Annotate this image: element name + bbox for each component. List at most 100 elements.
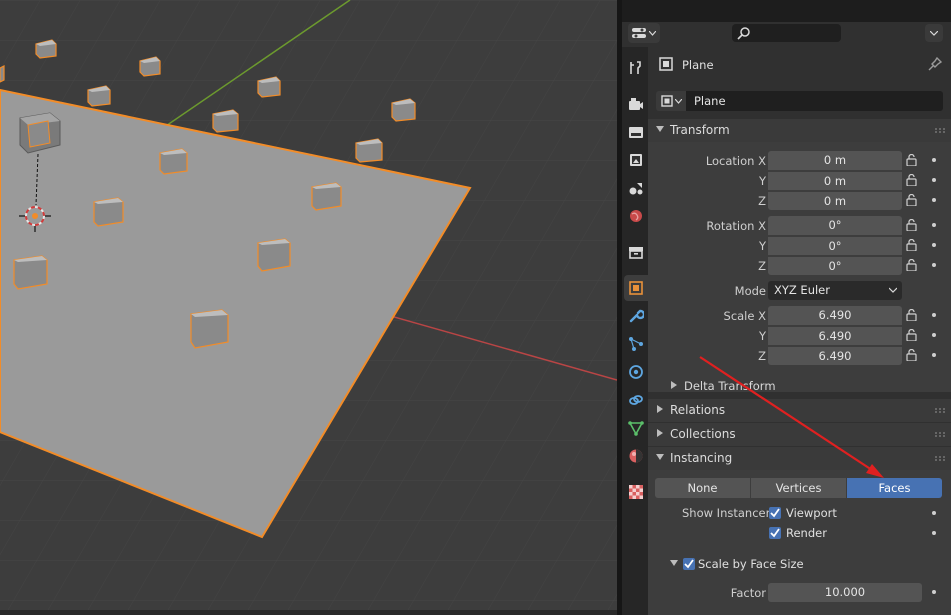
instancing-none-button[interactable]: None [655, 478, 751, 498]
properties-header [622, 22, 951, 45]
drag-grip-icon[interactable] [935, 408, 945, 413]
drag-grip-icon[interactable] [935, 456, 945, 461]
object-icon [629, 281, 643, 295]
tab-scene[interactable] [624, 175, 648, 201]
lock-icon[interactable] [906, 174, 920, 186]
factor-field[interactable]: 10.000 [768, 583, 922, 602]
location-z-label: Z [758, 194, 766, 208]
rotation-mode-row: Mode XYZ Euler [648, 281, 951, 301]
lock-icon[interactable] [906, 329, 920, 341]
scale-y-field[interactable]: 6.490 [768, 326, 902, 345]
keyframe-dot[interactable] [932, 178, 936, 182]
location-y-field[interactable]: 0 m [768, 171, 902, 190]
tab-render[interactable] [624, 91, 648, 117]
panel-relations[interactable]: Relations [648, 399, 951, 422]
rotation-y-field[interactable]: 0° [768, 236, 902, 255]
tab-collection[interactable] [624, 239, 648, 265]
collapsed-triangle-icon [657, 405, 663, 413]
lock-icon[interactable] [906, 194, 920, 206]
3d-viewport[interactable] [0, 0, 617, 615]
tab-physics[interactable] [624, 359, 648, 385]
checkmark-icon [770, 528, 780, 538]
tab-object[interactable] [624, 275, 648, 301]
factor-label: Factor [730, 586, 766, 600]
scale-by-face-size-checkbox[interactable] [683, 558, 695, 570]
drag-grip-icon[interactable] [935, 432, 945, 437]
properties-editor-icon [632, 28, 646, 38]
tab-world[interactable] [624, 203, 648, 229]
object-name-field[interactable]: Plane [686, 91, 943, 111]
instancing-vertices-button[interactable]: Vertices [751, 478, 847, 498]
tab-material[interactable] [624, 443, 648, 469]
rotation-z-label: Z [758, 259, 766, 273]
options-dropdown[interactable] [925, 24, 943, 42]
chevron-down-icon [930, 30, 938, 36]
collapsed-triangle-icon [671, 381, 677, 389]
subpanel-delta-transform[interactable]: Delta Transform [648, 375, 951, 397]
tab-output[interactable] [624, 119, 648, 145]
rotation-x-label: Rotation X [706, 219, 766, 233]
tab-constraints[interactable] [624, 387, 648, 413]
wrench-icon [629, 309, 644, 323]
material-icon [629, 449, 643, 463]
panel-instancing[interactable]: Instancing [648, 447, 951, 470]
rotation-y-label: Y [758, 239, 766, 253]
location-x-field[interactable]: 0 m [768, 151, 902, 170]
object-name-label: Plane [682, 58, 714, 72]
keyframe-dot[interactable] [932, 531, 936, 535]
lock-icon[interactable] [906, 309, 920, 321]
tab-tool[interactable] [624, 55, 648, 81]
output-icon [629, 127, 643, 138]
keyframe-dot[interactable] [932, 158, 936, 162]
rotation-mode-select[interactable]: XYZ Euler [768, 281, 902, 300]
tab-view-layer[interactable] [624, 147, 648, 173]
viewport-checkbox[interactable] [769, 507, 781, 519]
delta-transform-label: Delta Transform [684, 379, 776, 393]
subpanel-scale-by-face-size[interactable]: Scale by Face Size [648, 552, 951, 574]
show-instancer-label: Show Instancer [682, 506, 771, 520]
lock-icon[interactable] [906, 154, 920, 166]
scene-icon [629, 183, 643, 195]
drag-grip-icon[interactable] [935, 128, 945, 133]
lock-icon[interactable] [906, 259, 920, 271]
keyframe-dot[interactable] [932, 223, 936, 227]
mode-label: Mode [734, 284, 766, 298]
chevron-down-icon [674, 98, 682, 104]
keyframe-dot[interactable] [932, 333, 936, 337]
factor-row: Factor 10.000 [648, 583, 951, 603]
tab-particles[interactable] [624, 331, 648, 357]
keyframe-dot[interactable] [932, 590, 936, 594]
rotation-x-row: Rotation X 0° [648, 216, 951, 236]
lock-icon[interactable] [906, 239, 920, 251]
lock-icon[interactable] [906, 219, 920, 231]
keyframe-dot[interactable] [932, 353, 936, 357]
keyframe-dot[interactable] [932, 313, 936, 317]
constraints-icon [629, 395, 643, 405]
rotation-x-field[interactable]: 0° [768, 216, 902, 235]
scale-x-field[interactable]: 6.490 [768, 306, 902, 325]
panel-transform[interactable]: Transform [648, 119, 951, 142]
pin-icon[interactable] [928, 57, 942, 71]
tab-texture[interactable] [624, 479, 648, 505]
checkmark-icon [770, 508, 780, 518]
instancing-faces-button[interactable]: Faces [847, 478, 942, 498]
location-z-field[interactable]: 0 m [768, 191, 902, 210]
keyframe-dot[interactable] [932, 511, 936, 515]
tab-data[interactable] [624, 415, 648, 441]
chevron-down-icon [889, 287, 897, 293]
search-input[interactable] [732, 24, 841, 42]
tab-modifiers[interactable] [624, 303, 648, 329]
scale-z-field[interactable]: 6.490 [768, 346, 902, 365]
panel-collections[interactable]: Collections [648, 423, 951, 446]
rotation-z-field[interactable]: 0° [768, 256, 902, 275]
keyframe-dot[interactable] [932, 263, 936, 267]
keyframe-dot[interactable] [932, 198, 936, 202]
render-checkbox[interactable] [769, 527, 781, 539]
scale-y-row: Y 6.490 [648, 326, 951, 346]
keyframe-dot[interactable] [932, 243, 936, 247]
editor-type-button[interactable] [628, 23, 660, 43]
object-browse-button[interactable] [656, 91, 686, 111]
lock-icon[interactable] [906, 349, 920, 361]
viewport-scene [0, 0, 617, 615]
location-y-label: Y [758, 174, 766, 188]
